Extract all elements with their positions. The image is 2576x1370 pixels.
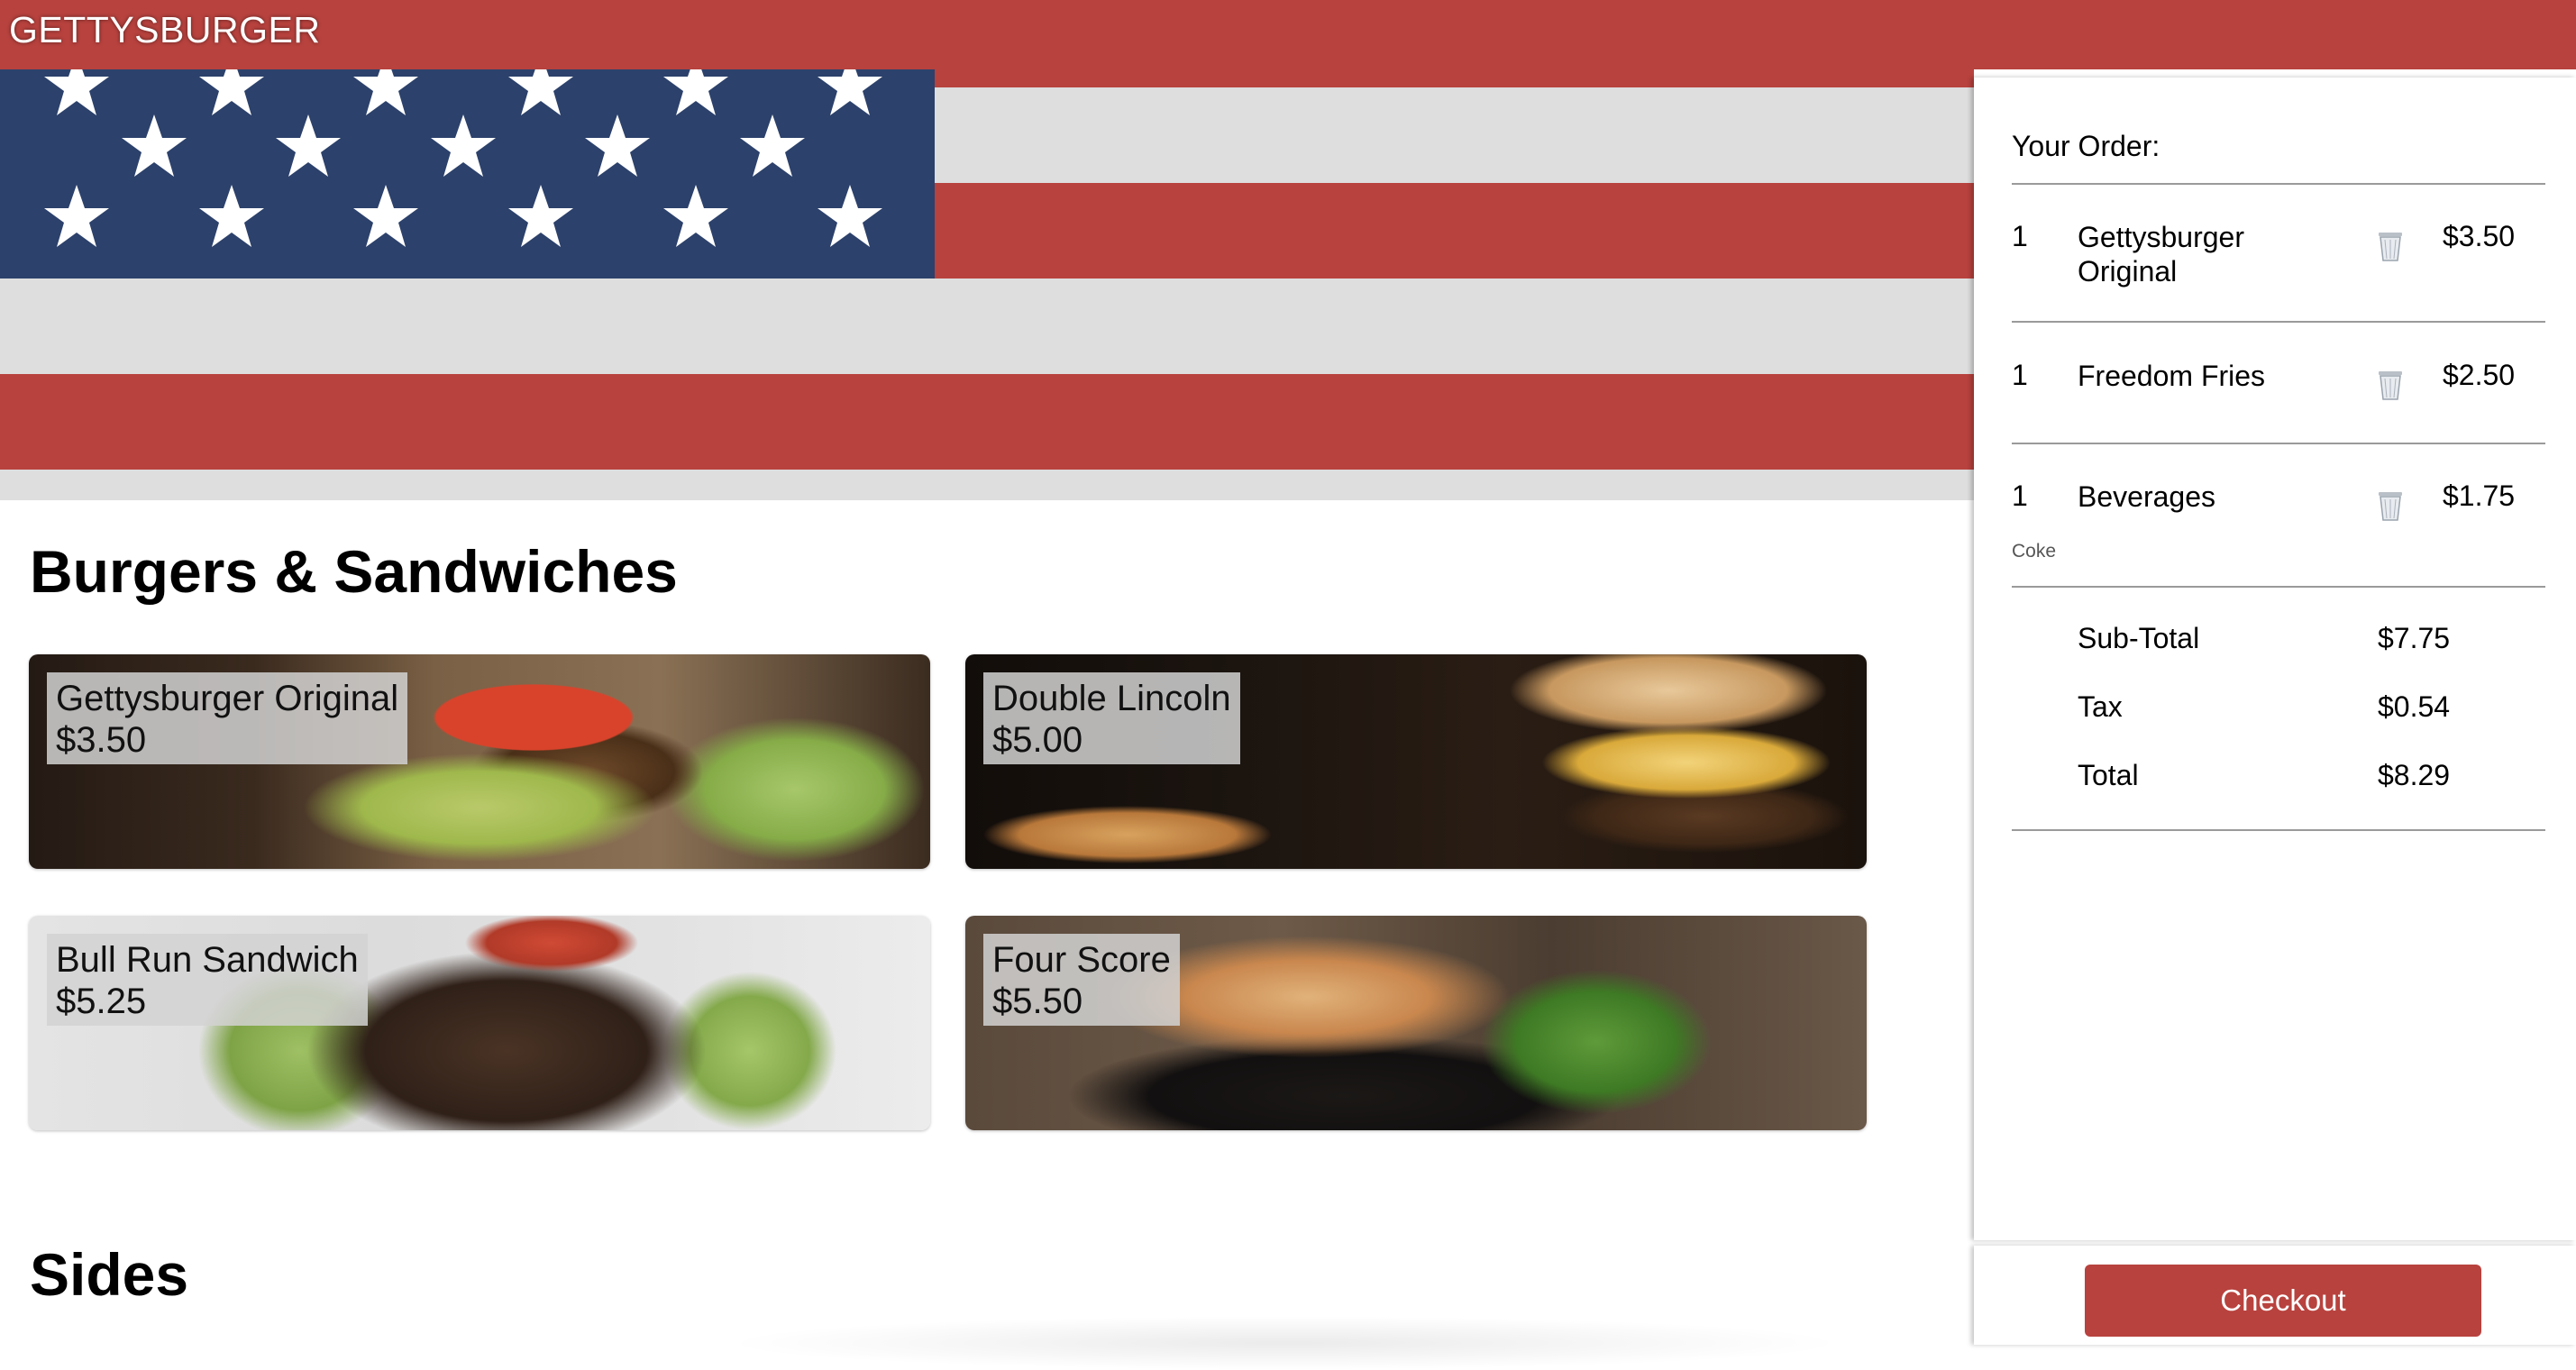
divider — [2012, 829, 2545, 831]
section-title-burgers: Burgers & Sandwiches — [30, 538, 678, 605]
order-item-qty: 1 — [2012, 480, 2028, 512]
total-label: Total — [2078, 759, 2139, 791]
divider — [2012, 321, 2545, 323]
menu-item-name: Gettysburger Original — [56, 679, 399, 718]
divider — [2012, 586, 2545, 588]
order-item-name: Freedom Fries — [2078, 360, 2266, 392]
flag-stripe-red — [0, 374, 1974, 470]
order-item-name: Beverages — [2078, 480, 2215, 513]
order-item-name: Gettysburger Original — [2078, 221, 2244, 288]
menu-item-four-score[interactable]: Four Score $5.50 — [965, 916, 1867, 1130]
flag-stripe-white — [0, 470, 1974, 500]
menu-item-label: Gettysburger Original $3.50 — [47, 672, 408, 764]
divider — [2012, 443, 2545, 444]
checkout-bar: Checkout — [1974, 1246, 2576, 1345]
menu-item-price: $5.50 — [992, 982, 1083, 1021]
menu-item-price: $5.25 — [56, 982, 147, 1021]
order-item-price: $3.50 — [2443, 220, 2516, 252]
menu-item-bull-run-sandwich[interactable]: Bull Run Sandwich $5.25 — [29, 916, 930, 1130]
order-item-price: $1.75 — [2443, 480, 2516, 512]
order-panel: Your Order: 1 Gettysburger Original $3.5… — [1974, 78, 2576, 1240]
total-value: $8.29 — [2378, 759, 2451, 791]
card-shadow — [721, 1316, 1848, 1370]
header-bar: GETTYSBURGER — [0, 0, 2576, 69]
subtotal-label: Sub-Total — [2078, 622, 2200, 654]
checkout-button[interactable]: Checkout — [2085, 1265, 2481, 1337]
flag-stripe-white — [0, 279, 1974, 374]
subtotal-value: $7.75 — [2378, 622, 2451, 654]
menu-item-label: Bull Run Sandwich $5.25 — [47, 934, 368, 1026]
menu-item-name: Bull Run Sandwich — [56, 940, 359, 980]
stars-icon — [44, 69, 882, 247]
menu-item-label: Double Lincoln $5.00 — [983, 672, 1240, 764]
order-item-price: $2.50 — [2443, 359, 2516, 391]
tax-label: Tax — [2078, 690, 2123, 723]
menu-item-double-lincoln[interactable]: Double Lincoln $5.00 — [965, 654, 1867, 869]
menu-item-name: Four Score — [992, 940, 1171, 980]
trash-icon[interactable] — [2375, 368, 2406, 402]
flag-canton — [0, 69, 935, 279]
trash-icon[interactable] — [2375, 489, 2406, 523]
order-title: Your Order: — [2012, 130, 2160, 162]
menu-item-label: Four Score $5.50 — [983, 934, 1180, 1026]
menu-item-name: Double Lincoln — [992, 679, 1231, 718]
trash-icon[interactable] — [2375, 229, 2406, 263]
menu-item-gettysburger-original[interactable]: Gettysburger Original $3.50 — [29, 654, 930, 869]
divider — [2012, 183, 2545, 185]
section-title-sides: Sides — [30, 1241, 189, 1308]
tax-value: $0.54 — [2378, 690, 2451, 723]
flag-banner — [0, 69, 1974, 500]
order-item-qty: 1 — [2012, 359, 2028, 391]
order-item-note: Coke — [2012, 541, 2057, 562]
order-item-qty: 1 — [2012, 220, 2028, 252]
menu-item-price: $5.00 — [992, 720, 1083, 760]
brand-logo[interactable]: GETTYSBURGER — [9, 9, 320, 51]
menu-item-price: $3.50 — [56, 720, 147, 760]
